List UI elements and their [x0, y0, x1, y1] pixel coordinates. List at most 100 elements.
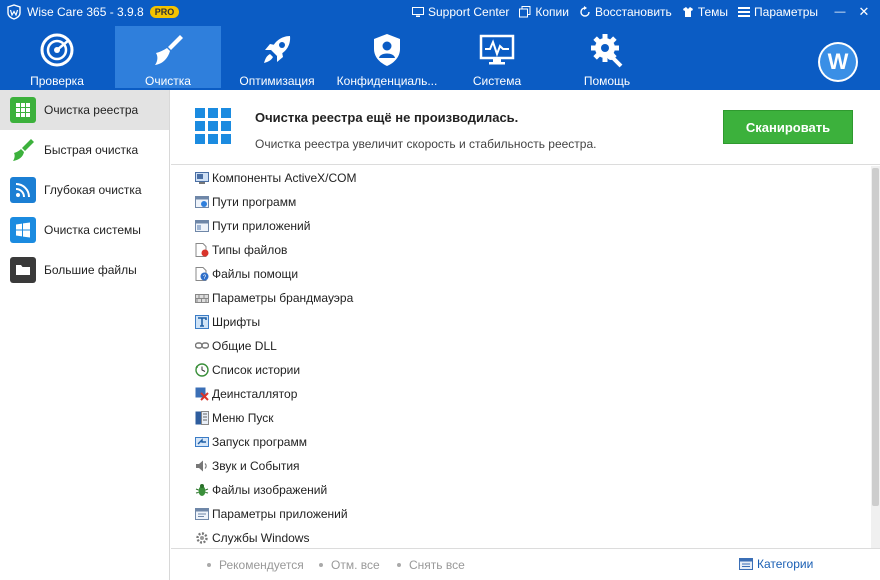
- deselect-all-label: Снять все: [409, 558, 465, 572]
- list-item-image-files[interactable]: Файлы изображений: [171, 478, 871, 502]
- categories-link[interactable]: Категории: [739, 557, 813, 571]
- themes-link[interactable]: Темы: [682, 5, 728, 19]
- list-item-label: Деинсталлятор: [212, 387, 298, 401]
- list-item-sounds[interactable]: Звук и События: [171, 454, 871, 478]
- list-item-uninstaller[interactable]: Деинсталлятор: [171, 382, 871, 406]
- close-button[interactable]: ✕: [852, 0, 876, 24]
- list-item-help-files[interactable]: ? Файлы помощи: [171, 262, 871, 286]
- sidebar-item-label: Глубокая очистка: [44, 183, 142, 197]
- list-item-label: Файлы помощи: [212, 267, 299, 281]
- bullet-icon: [319, 563, 323, 567]
- close-icon: ✕: [858, 4, 870, 19]
- list-item-label: Пути программ: [212, 195, 297, 209]
- scrollbar-thumb[interactable]: [872, 168, 879, 506]
- tab-optimization[interactable]: Оптимизация: [224, 26, 330, 88]
- list-item-app-paths[interactable]: Пути приложений: [171, 214, 871, 238]
- registry-header: Очистка реестра ещё не производилась. Оч…: [171, 90, 880, 165]
- recommended-link[interactable]: Рекомендуется: [207, 558, 304, 572]
- list-item-label: Звук и События: [212, 459, 300, 473]
- monitor-icon: [412, 6, 424, 17]
- restore-link[interactable]: Восстановить: [579, 5, 672, 19]
- startup-icon: [195, 435, 209, 449]
- list-item-startup[interactable]: Запуск программ: [171, 430, 871, 454]
- main-nav: Проверка Очистка Оптимизация Конфиденциа…: [0, 24, 880, 90]
- system-monitor-icon: [479, 32, 515, 68]
- settings-link[interactable]: Параметры: [738, 5, 818, 19]
- sidebar-item-label: Большие файлы: [44, 263, 137, 277]
- list-item-fonts[interactable]: Шрифты: [171, 310, 871, 334]
- scan-button[interactable]: Сканировать: [723, 110, 853, 144]
- restore-icon: [580, 6, 590, 17]
- list-item-label: Меню Пуск: [212, 411, 274, 425]
- backups-link[interactable]: Копии: [519, 5, 569, 19]
- windows-icon: [10, 217, 36, 243]
- list-item-app-settings[interactable]: Параметры приложений: [171, 502, 871, 526]
- support-center-label: Support Center: [428, 5, 510, 19]
- tab-check-label: Проверка: [30, 74, 84, 88]
- sidebar-item-quick-clean[interactable]: Быстрая очистка: [0, 130, 169, 170]
- sidebar-item-label: Очистка системы: [44, 223, 141, 237]
- list-item-shared-dll[interactable]: Общие DLL: [171, 334, 871, 358]
- settings-list-icon: [738, 7, 751, 17]
- copy-icon: [519, 6, 531, 18]
- broom-icon: [10, 137, 36, 163]
- app-title: Wise Care 365 - 3.9.8: [27, 5, 144, 19]
- list-item-activex[interactable]: Компоненты ActiveX/COM: [171, 166, 871, 190]
- deep-clean-icon: [10, 177, 36, 203]
- list-item-start-menu[interactable]: Меню Пуск: [171, 406, 871, 430]
- list-item-history[interactable]: Список истории: [171, 358, 871, 382]
- avatar-letter: W: [820, 44, 856, 80]
- file-types-icon: [195, 243, 209, 257]
- page-title: Очистка реестра ещё не производилась.: [255, 110, 519, 125]
- registry-category-list: Компоненты ActiveX/COM Пути программ Пут…: [171, 166, 871, 548]
- tab-system-label: Система: [472, 74, 522, 88]
- tab-check[interactable]: Проверка: [4, 26, 110, 88]
- list-item-firewall[interactable]: Параметры брандмауэра: [171, 286, 871, 310]
- sidebar-item-deep-clean[interactable]: Глубокая очистка: [0, 170, 169, 210]
- list-item-label: Компоненты ActiveX/COM: [212, 171, 357, 185]
- categories-icon: [739, 558, 753, 570]
- deselect-all-link[interactable]: Снять все: [397, 558, 465, 572]
- list-item-label: Общие DLL: [212, 339, 277, 353]
- minimize-icon: —: [834, 6, 846, 18]
- tab-system[interactable]: Система: [444, 26, 550, 88]
- history-icon: [195, 363, 209, 377]
- list-item-windows-services[interactable]: Службы Windows: [171, 526, 871, 548]
- bullet-icon: [397, 563, 401, 567]
- list-scrollbar[interactable]: [871, 166, 880, 548]
- list-item-label: Пути приложений: [212, 219, 311, 233]
- tab-cleanup[interactable]: Очистка: [115, 26, 221, 88]
- support-center-link[interactable]: Support Center: [412, 5, 509, 19]
- registry-grid-icon: [195, 108, 231, 144]
- backups-label: Копии: [535, 5, 569, 19]
- sidebar-item-registry-cleaner[interactable]: Очистка реестра: [0, 90, 169, 130]
- bug-icon: [195, 483, 209, 497]
- app-logo-icon: [6, 4, 22, 20]
- restore-label: Восстановить: [594, 5, 672, 19]
- gear-wrench-icon: [589, 32, 625, 68]
- broom-icon: [150, 32, 186, 68]
- sidebar-item-large-files[interactable]: Большие файлы: [0, 250, 169, 290]
- user-avatar[interactable]: W: [818, 42, 858, 82]
- list-item-label: Запуск программ: [212, 435, 307, 449]
- tab-cleanup-label: Очистка: [145, 74, 191, 88]
- select-all-link[interactable]: Отм. все: [319, 558, 380, 572]
- theme-icon: [682, 7, 693, 17]
- start-menu-icon: [195, 411, 209, 425]
- tab-privacy[interactable]: Конфиденциаль...: [334, 26, 440, 88]
- font-icon: [195, 315, 209, 329]
- sound-icon: [195, 459, 209, 473]
- list-item-label: Шрифты: [212, 315, 261, 329]
- services-gear-icon: [195, 531, 209, 545]
- sidebar: Очистка реестра Быстрая очистка Глубокая…: [0, 90, 170, 580]
- tab-help-label: Помощь: [583, 74, 631, 88]
- minimize-button[interactable]: —: [828, 0, 852, 24]
- tab-help[interactable]: Помощь: [554, 26, 660, 88]
- bullet-icon: [207, 563, 211, 567]
- pro-badge: PRO: [149, 6, 180, 18]
- list-item-file-types[interactable]: Типы файлов: [171, 238, 871, 262]
- shield-user-icon: [369, 32, 405, 68]
- sidebar-item-system-clean[interactable]: Очистка системы: [0, 210, 169, 250]
- list-item-program-paths[interactable]: Пути программ: [171, 190, 871, 214]
- sidebar-item-label: Быстрая очистка: [44, 143, 139, 157]
